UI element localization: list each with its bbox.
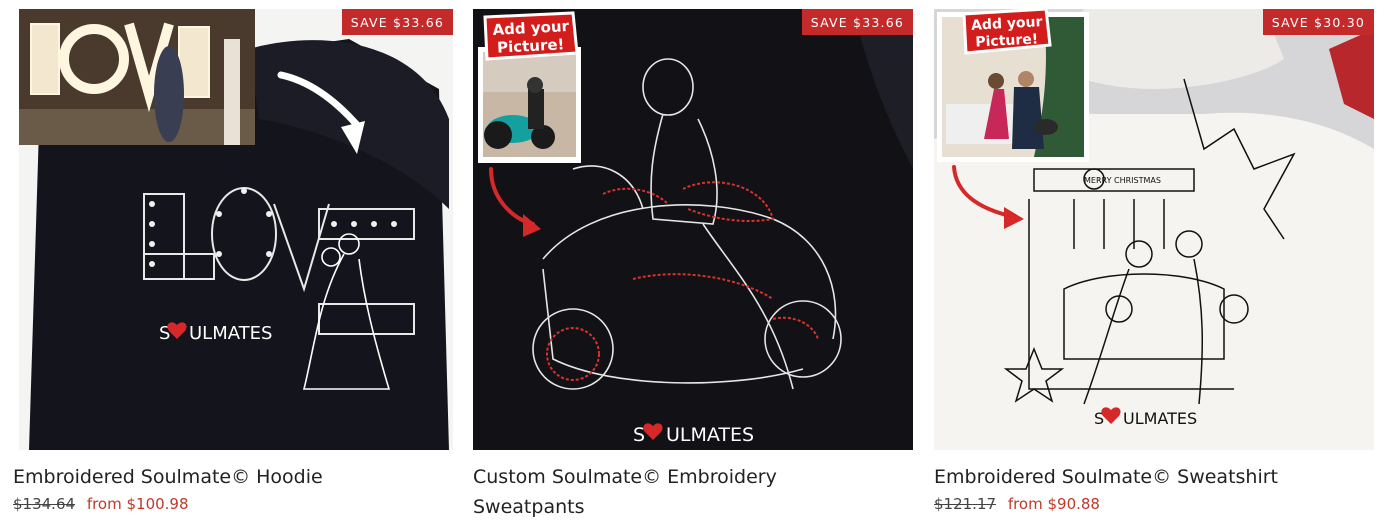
- photo-inset: [478, 47, 581, 163]
- save-badge: SAVE $30.30: [1262, 9, 1374, 35]
- product-image-hoodie[interactable]: S ULMATES SAVE $33.66: [19, 9, 453, 450]
- merry-christmas-banner: MERRY CHRISTMAS: [1084, 176, 1161, 185]
- price-row: $134.64 from $100.98: [13, 494, 453, 514]
- save-badge: SAVE $33.66: [801, 9, 913, 35]
- svg-text:ULMATES: ULMATES: [666, 424, 754, 446]
- product-image-sweatshirt[interactable]: MERRY CHRISTMAS S ULMATES Add your Pictu…: [934, 9, 1374, 450]
- product-title-link[interactable]: Embroidered Soulmate© Sweatshirt: [934, 462, 1374, 492]
- product-title-link[interactable]: Custom Soulmate© Embroidery Sweatpants: [473, 462, 853, 522]
- product-card-sweatshirt[interactable]: MERRY CHRISTMAS S ULMATES Add your Pictu…: [934, 9, 1374, 514]
- compare-at-price: $121.17: [934, 495, 997, 513]
- product-card-sweatpants[interactable]: S ULMATES Add your Picture! SAVE $33.66: [473, 9, 913, 522]
- price-row: $121.17 from $90.88: [934, 494, 1374, 514]
- sweatshirt-photo: MERRY CHRISTMAS S ULMATES Add your Pictu…: [934, 9, 1374, 450]
- svg-text:Picture!: Picture!: [975, 31, 1039, 50]
- product-title-link[interactable]: Embroidered Soulmate© Hoodie: [13, 462, 453, 492]
- soulmates-brand-sweatpants: S: [633, 424, 645, 446]
- add-your-picture-sticker: Add your Picture!: [962, 9, 1052, 55]
- svg-text:ULMATES: ULMATES: [189, 323, 272, 344]
- svg-text:ULMATES: ULMATES: [1123, 409, 1197, 428]
- compare-at-price: $134.64: [13, 495, 76, 513]
- save-badge: SAVE $33.66: [341, 9, 453, 35]
- add-your-picture-sticker: Add your Picture!: [483, 11, 579, 61]
- product-image-sweatpants[interactable]: S ULMATES Add your Picture! SAVE $33.66: [473, 9, 913, 450]
- sweatpants-photo: S ULMATES Add your Picture!: [473, 9, 913, 450]
- sale-price: from $90.88: [1007, 495, 1100, 513]
- product-card-hoodie[interactable]: S ULMATES SAVE $33.66 Embroidered Soulma…: [13, 9, 453, 514]
- hoodie-photo: S ULMATES: [19, 9, 453, 450]
- svg-text:Picture!: Picture!: [497, 35, 565, 56]
- sale-price: from $100.98: [86, 495, 189, 513]
